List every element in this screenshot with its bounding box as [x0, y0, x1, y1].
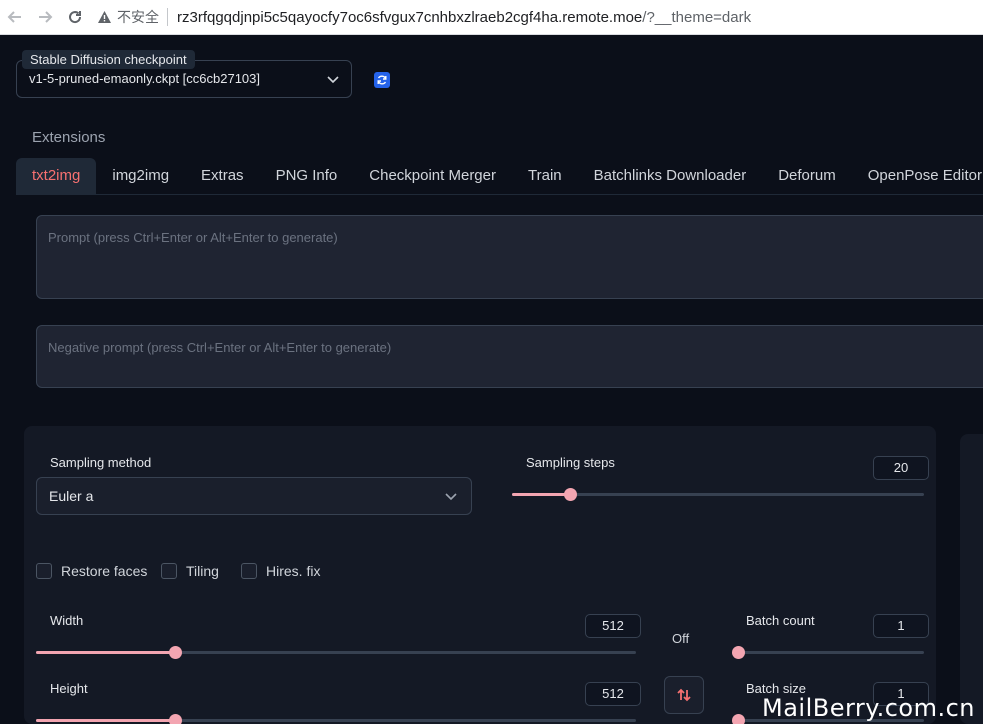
- checkpoint-label: Stable Diffusion checkpoint: [22, 50, 195, 69]
- restore-faces-label: Restore faces: [61, 563, 148, 579]
- height-label: Height: [50, 681, 88, 696]
- batch-count-label: Batch count: [746, 613, 815, 628]
- url-text: rz3rfqgqdjnpi5c5qayocfy7oc6sfvgux7cnhbxz…: [177, 9, 751, 26]
- height-slider[interactable]: [36, 714, 636, 724]
- warning-icon: [96, 9, 112, 25]
- refresh-icon[interactable]: [374, 72, 390, 88]
- address-divider: [167, 8, 168, 26]
- url-path: /?__theme=dark: [642, 8, 752, 26]
- hires-fix-checkbox[interactable]: Hires. fix: [241, 563, 320, 579]
- checkbox-box[interactable]: [161, 563, 177, 579]
- prompt-input[interactable]: Prompt (press Ctrl+Enter or Alt+Enter to…: [36, 215, 983, 299]
- slider-thumb[interactable]: [732, 646, 745, 659]
- chevron-down-icon: [325, 71, 341, 87]
- negative-prompt-input[interactable]: Negative prompt (press Ctrl+Enter or Alt…: [36, 325, 983, 388]
- browser-toolbar: 不安全 rz3rfqgqdjnpi5c5qayocfy7oc6sfvgux7cn…: [0, 0, 983, 35]
- prompt-placeholder: Prompt (press Ctrl+Enter or Alt+Enter to…: [48, 230, 338, 245]
- extensions-label: Extensions: [32, 129, 106, 146]
- slider-fill: [512, 493, 570, 496]
- width-label: Width: [50, 613, 84, 628]
- reload-icon[interactable]: [60, 2, 90, 32]
- slider-fill: [36, 651, 176, 654]
- tab-extras[interactable]: Extras: [185, 158, 260, 194]
- slider-thumb[interactable]: [732, 714, 745, 724]
- insecure-label: 不安全: [117, 9, 159, 25]
- tab-batchlinks-downloader[interactable]: Batchlinks Downloader: [578, 158, 763, 194]
- slider-thumb[interactable]: [563, 488, 577, 501]
- sampling-method-value: Euler a: [49, 488, 94, 504]
- sampling-steps-slider[interactable]: [512, 488, 924, 501]
- tiling-checkbox[interactable]: Tiling: [161, 563, 219, 579]
- address-bar[interactable]: 不安全 rz3rfqgqdjnpi5c5qayocfy7oc6sfvgux7cn…: [96, 2, 751, 32]
- batch-count-input[interactable]: 1: [873, 614, 929, 638]
- watermark-text: MailBerry.com.cn: [762, 694, 975, 722]
- sampling-steps-label: Sampling steps: [526, 455, 615, 470]
- tab-txt2img[interactable]: txt2img: [16, 158, 97, 194]
- swap-icon: [677, 688, 691, 702]
- tiling-label: Tiling: [186, 563, 219, 579]
- width-slider[interactable]: [36, 646, 636, 659]
- sampling-steps-input[interactable]: 20: [873, 456, 929, 480]
- checkbox-box[interactable]: [241, 563, 257, 579]
- hires-status-label: Off: [672, 631, 690, 646]
- forward-icon[interactable]: [30, 2, 60, 32]
- width-input[interactable]: 512: [585, 614, 641, 638]
- tab-train[interactable]: Train: [512, 158, 578, 194]
- chevron-down-icon: [443, 488, 459, 504]
- url-host: rz3rfqgqdjnpi5c5qayocfy7oc6sfvgux7cnhbxz…: [177, 8, 643, 26]
- checkbox-box[interactable]: [36, 563, 52, 579]
- restore-faces-checkbox[interactable]: Restore faces: [36, 563, 147, 579]
- slider-thumb[interactable]: [169, 714, 183, 724]
- back-icon[interactable]: [0, 2, 30, 32]
- negative-prompt-placeholder: Negative prompt (press Ctrl+Enter or Alt…: [48, 340, 392, 355]
- swap-dimensions-button[interactable]: [664, 676, 704, 714]
- checkpoint-value: v1-5-pruned-emaonly.ckpt [cc6cb27103]: [29, 71, 260, 86]
- tab-checkpoint-merger[interactable]: Checkpoint Merger: [353, 158, 512, 194]
- sampling-method-dropdown[interactable]: Euler a: [36, 477, 472, 515]
- tabs-divider: [16, 194, 983, 195]
- tab-bar: txt2img img2img Extras PNG Info Checkpoi…: [16, 158, 983, 194]
- sampling-method-label: Sampling method: [50, 455, 152, 470]
- output-panel: [960, 434, 983, 724]
- batch-count-slider[interactable]: [732, 646, 924, 659]
- slider-fill: [36, 719, 176, 722]
- height-input[interactable]: 512: [585, 682, 641, 706]
- tab-deforum[interactable]: Deforum: [762, 158, 852, 194]
- hires-fix-label: Hires. fix: [266, 563, 321, 579]
- tab-png-info[interactable]: PNG Info: [260, 158, 354, 194]
- tab-img2img[interactable]: img2img: [96, 158, 185, 194]
- tab-openpose-editor[interactable]: OpenPose Editor: [852, 158, 983, 194]
